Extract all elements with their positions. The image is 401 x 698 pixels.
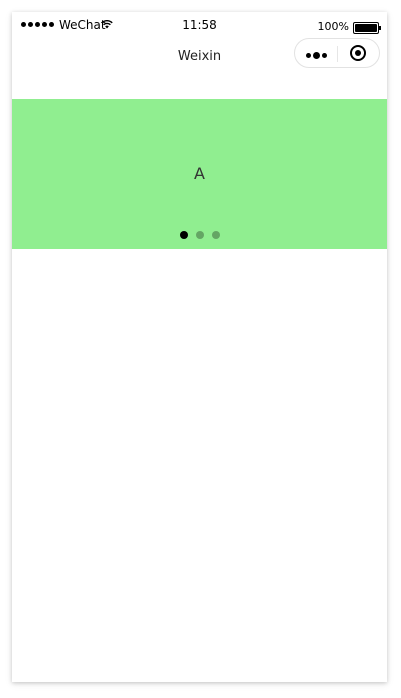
navigation-bar: Weixin [12, 38, 387, 99]
swiper[interactable]: A [12, 99, 387, 249]
battery-percent: 100% [317, 20, 349, 33]
more-icon[interactable] [306, 52, 327, 59]
phone-frame: WeChat 11:58 100% Weixin A [12, 12, 387, 682]
indicator-dot-3[interactable] [211, 231, 220, 239]
swiper-indicators [12, 231, 387, 239]
indicator-dot-1[interactable] [179, 231, 188, 239]
status-bar: WeChat 11:58 100% [12, 12, 387, 40]
capsule-divider [337, 46, 338, 62]
battery-icon [353, 22, 381, 34]
slide-label: A [194, 164, 205, 183]
indicator-dot-2[interactable] [195, 231, 204, 239]
menu-capsule [294, 38, 380, 68]
close-target-icon[interactable] [350, 45, 366, 61]
